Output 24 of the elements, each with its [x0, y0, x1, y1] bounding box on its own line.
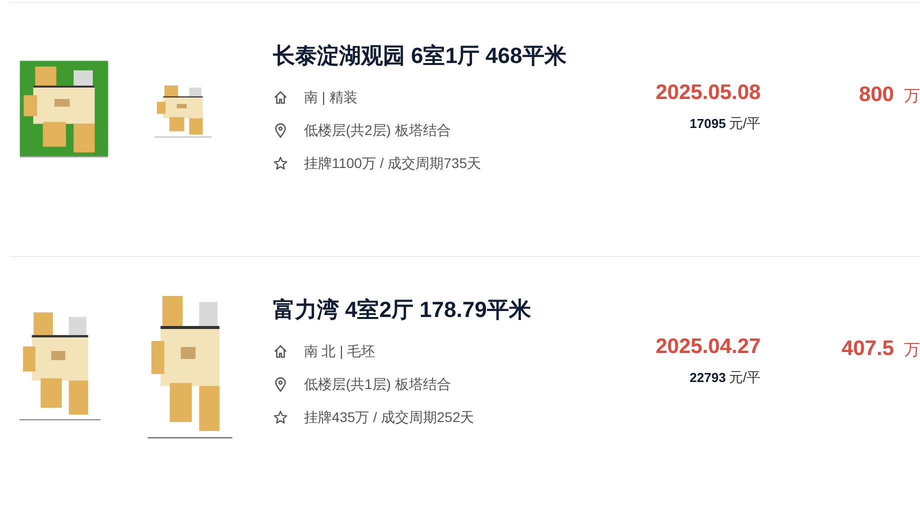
listing-info-text: 挂牌1100万 / 成交周期735天: [304, 154, 481, 172]
listing-title[interactable]: 长泰淀湖观园 6室1厅 468平米: [272, 41, 602, 71]
location-pin-icon: [272, 123, 288, 138]
total-price: 407.5: [841, 337, 894, 361]
total-price-unit: 万: [904, 341, 920, 361]
total-price: 800: [858, 83, 894, 107]
deal-date: 2025.04.27: [656, 335, 761, 360]
listing-title[interactable]: 富力湾 4室2厅 178.79平米: [272, 295, 602, 325]
orientation-text: 南 北 | 毛坯: [304, 342, 376, 360]
unit-price-unit: 元/平: [728, 115, 761, 131]
total-price-unit: 万: [904, 87, 920, 107]
star-icon: [272, 410, 288, 425]
floor-text: 低楼层(共2层) 板塔结合: [304, 122, 451, 140]
listing-info-text: 挂牌435万 / 成交周期252天: [304, 408, 474, 426]
location-pin-icon: [272, 377, 288, 392]
orientation-text: 南 | 精装: [304, 88, 358, 106]
floor-text: 低楼层(共1层) 板塔结合: [304, 376, 451, 394]
house-icon: [272, 90, 288, 105]
deal-date: 2025.05.08: [656, 81, 761, 106]
unit-price-unit: 元/平: [728, 369, 761, 385]
house-icon: [272, 344, 288, 359]
unit-price: 22793: [690, 370, 726, 385]
star-icon: [272, 156, 288, 171]
unit-price: 17095: [690, 116, 726, 131]
